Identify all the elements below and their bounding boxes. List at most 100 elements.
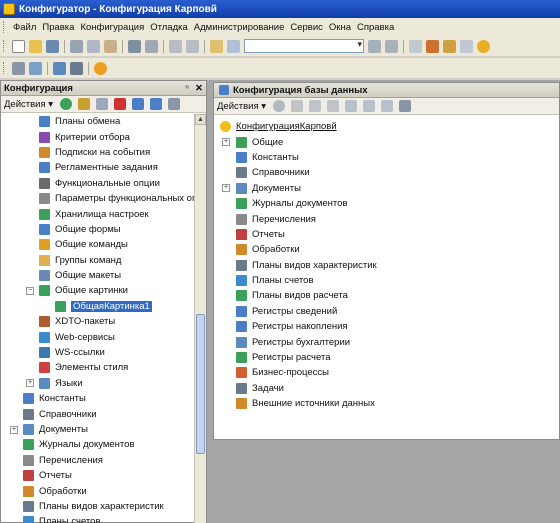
tree-item[interactable]: Параметры функциональных опций [1,191,206,206]
filter-icon[interactable] [399,100,412,112]
copy-icon[interactable] [87,39,100,53]
tree-item[interactable]: Обработки [220,242,559,257]
menu-debug[interactable]: Отладка [147,22,191,33]
undo-icon[interactable] [169,39,182,53]
open-folder-icon[interactable] [29,39,42,53]
tree-item[interactable]: ОбщаяКартинка1 [1,299,206,314]
cut-icon[interactable] [70,39,83,53]
menu-configuration[interactable]: Конфигурация [77,22,147,33]
copy-icon[interactable] [96,98,109,110]
tree-item[interactable]: Планы видов расчета [220,288,559,303]
move-down-icon[interactable] [150,98,163,110]
actions-menu[interactable]: Действия ▾ [4,99,53,110]
search-icon[interactable] [227,39,240,53]
tree-item[interactable]: Общие команды [1,237,206,252]
update-database-icon[interactable] [29,61,42,75]
tree-item[interactable]: Общие макеты [1,268,206,283]
menu-administration[interactable]: Администрирование [191,22,288,33]
search-combobox[interactable] [244,39,364,53]
tree-item[interactable]: Хранилища настроек [1,206,206,221]
expand-icon[interactable]: + [10,425,18,434]
tree-item[interactable]: Константы [220,150,559,165]
tree-item[interactable]: Внешние источники данных [220,396,559,411]
tree-item[interactable]: Справочники [1,406,206,421]
tree-item[interactable]: Элементы стиля [1,360,206,375]
tree-item[interactable]: XDTO-пакеты [1,314,206,329]
close-icon[interactable]: ✕ [195,83,203,94]
menu-help[interactable]: Справка [354,22,397,33]
info-icon[interactable] [477,39,490,53]
move-up-icon[interactable] [132,98,145,110]
tree-root[interactable]: КонфигурацияКарповй [220,119,559,134]
delete-icon[interactable] [114,98,127,110]
find-in-tree-icon[interactable] [210,39,223,53]
tree-item[interactable]: Регистры бухгалтерии [220,334,559,349]
tree-item[interactable]: + Языки [1,376,206,391]
tree-item[interactable]: Web-сервисы [1,329,206,344]
database-config-icon[interactable] [53,61,66,75]
tree-item[interactable]: Обработки [1,483,206,498]
scroll-thumb[interactable] [196,314,205,454]
tree-item[interactable]: Отчеты [1,468,206,483]
tree-item[interactable]: + Документы [220,181,559,196]
tree-item[interactable]: Регистры расчета [220,350,559,365]
expand-icon[interactable]: + [222,184,230,193]
menu-file[interactable]: Файл [10,22,39,33]
tree-item[interactable]: Отчеты [220,227,559,242]
tree-item[interactable]: Планы обмена [1,114,206,129]
move-up-icon [345,100,358,112]
tree-item[interactable]: Константы [1,391,206,406]
menu-edit[interactable]: Правка [39,22,77,33]
print-preview-icon[interactable] [145,39,158,53]
tree-item[interactable]: Критерии отбора [1,129,206,144]
expand-icon[interactable]: + [222,138,230,147]
tree-item[interactable]: Планы видов характеристик [1,499,206,514]
menu-service[interactable]: Сервис [287,22,326,33]
tree-item[interactable]: − Общие картинки [1,283,206,298]
tree-item[interactable]: Журналы документов [1,437,206,452]
print-icon[interactable] [128,39,141,53]
tree-item[interactable]: WS-ссылки [1,345,206,360]
expand-icon[interactable]: + [26,379,34,388]
menu-windows[interactable]: Окна [326,22,354,33]
properties-icon[interactable] [168,98,181,110]
tree-item[interactable]: Справочники [220,165,559,180]
tree-item[interactable]: Общие формы [1,222,206,237]
open-configuration-icon[interactable] [12,61,25,75]
scroll-up-icon[interactable]: ▲ [195,114,206,125]
save-icon[interactable] [46,39,59,53]
tree-item[interactable]: Группы команд [1,253,206,268]
pin-icon[interactable]: ⁿ [183,83,189,94]
tree-item[interactable]: Задачи [220,381,559,396]
tree-item[interactable]: Планы видов характеристик [220,258,559,273]
start-debugging-icon[interactable] [94,61,107,75]
windows-list-icon[interactable] [409,39,422,53]
paste-icon[interactable] [104,39,117,53]
tree-item[interactable]: Перечисления [220,211,559,226]
tree-item[interactable]: Функциональные опции [1,176,206,191]
tree-scrollbar[interactable]: ▲ [194,114,206,523]
tree-item[interactable]: Бизнес-процессы [220,365,559,380]
tree-item[interactable]: Подписки на события [1,145,206,160]
tree-item[interactable]: Планы счетов [1,514,206,523]
edit-icon[interactable] [78,98,91,110]
redo-icon[interactable] [186,39,199,53]
help-icon[interactable] [443,39,456,53]
tree-item[interactable]: + Документы [1,422,206,437]
tree-item[interactable]: + Общие [220,134,559,149]
tree-item[interactable]: Планы счетов [220,273,559,288]
tree-item[interactable]: Перечисления [1,453,206,468]
tree-item[interactable]: Регламентные задания [1,160,206,175]
content-help-icon[interactable] [460,39,473,53]
tree-item[interactable]: Регистры накопления [220,319,559,334]
tree-item[interactable]: Журналы документов [220,196,559,211]
add-icon[interactable] [60,98,73,110]
find-previous-icon[interactable] [385,39,398,53]
syntax-helper-icon[interactable] [426,39,439,53]
actions-menu[interactable]: Действия ▾ [217,101,266,112]
tree-item[interactable]: Регистры сведений [220,304,559,319]
collapse-icon[interactable]: − [26,286,34,295]
find-next-icon[interactable] [368,39,381,53]
new-file-icon[interactable] [12,39,25,53]
compare-configurations-icon[interactable] [70,61,83,75]
